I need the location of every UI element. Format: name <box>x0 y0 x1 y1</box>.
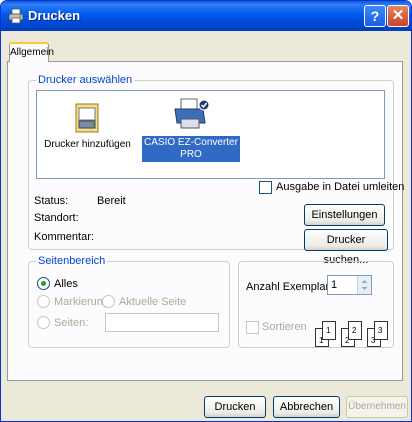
window-title: Drucken <box>28 8 81 23</box>
apply-button[interactable]: Übernehmen <box>346 396 408 418</box>
range-selection-label[interactable]: Markierung <box>54 296 109 308</box>
range-current-page-label[interactable]: Aktuelle Seite <box>119 296 186 308</box>
printer-item-add[interactable]: Drucker hinzufügen <box>40 101 135 152</box>
title-bar[interactable]: Drucken ? ✕ <box>1 1 411 31</box>
collate-page: 1 <box>322 321 336 340</box>
pages-input[interactable] <box>105 313 219 332</box>
collate-page-num: 3 <box>378 326 383 335</box>
preferences-button[interactable]: Einstellungen <box>304 204 385 226</box>
page-range-legend: Seitenbereich <box>36 255 108 267</box>
collate-label[interactable]: Sortieren <box>262 321 307 333</box>
printer-item-add-label: Drucker hinzufügen <box>44 139 131 150</box>
range-current-page-radio[interactable] <box>102 295 115 308</box>
printer-list[interactable]: Drucker hinzufügen CASIO EZ-Converter PR… <box>36 90 385 179</box>
print-button[interactable]: Drucken <box>204 396 266 418</box>
printer-item-casio-label: CASIO EZ-Converter PRO <box>142 136 240 162</box>
collate-page: 2 <box>348 321 362 340</box>
range-selection-radio[interactable] <box>37 295 50 308</box>
print-dialog: Drucken ? ✕ Allgemein Drucker auswählen … <box>0 0 412 422</box>
printer-icon <box>8 8 24 24</box>
status-label: Status: <box>34 195 69 207</box>
range-pages-radio[interactable] <box>37 316 50 329</box>
copies-input[interactable]: 1 <box>327 275 372 295</box>
tab-general[interactable]: Allgemein <box>9 42 54 62</box>
range-pages-label[interactable]: Seiten: <box>54 317 88 329</box>
status-value: Bereit <box>97 195 126 207</box>
copies-spinner[interactable] <box>357 276 371 294</box>
print-to-file-checkbox[interactable] <box>259 181 272 194</box>
add-printer-icon <box>75 103 98 133</box>
printer-name-line2: PRO <box>180 149 202 160</box>
printer-item-casio[interactable]: CASIO EZ-Converter PRO <box>141 97 241 162</box>
range-all-radio[interactable] <box>37 277 50 290</box>
help-button[interactable]: ? <box>364 5 386 27</box>
collate-page: 3 <box>374 321 388 340</box>
printer-select-legend: Drucker auswählen <box>36 74 135 86</box>
printer-default-icon <box>174 98 210 129</box>
print-to-file-label[interactable]: Ausgabe in Datei umleiten <box>276 181 404 193</box>
printer-name-line1: CASIO EZ-Converter <box>144 137 238 148</box>
cancel-button[interactable]: Abbrechen <box>273 396 340 418</box>
spin-arrows-icon <box>361 280 368 290</box>
copies-label: Anzahl Exemplare: <box>246 281 339 293</box>
range-all-label[interactable]: Alles <box>54 278 78 290</box>
close-button[interactable]: ✕ <box>387 5 409 27</box>
collate-page-num: 1 <box>326 326 331 335</box>
find-printer-button[interactable]: Drucker suchen... <box>304 229 388 266</box>
collate-checkbox[interactable] <box>246 321 259 334</box>
copies-value: 1 <box>331 279 338 291</box>
location-label: Standort: <box>34 212 79 224</box>
comment-label: Kommentar: <box>34 231 94 243</box>
collate-page-num: 2 <box>352 326 357 335</box>
